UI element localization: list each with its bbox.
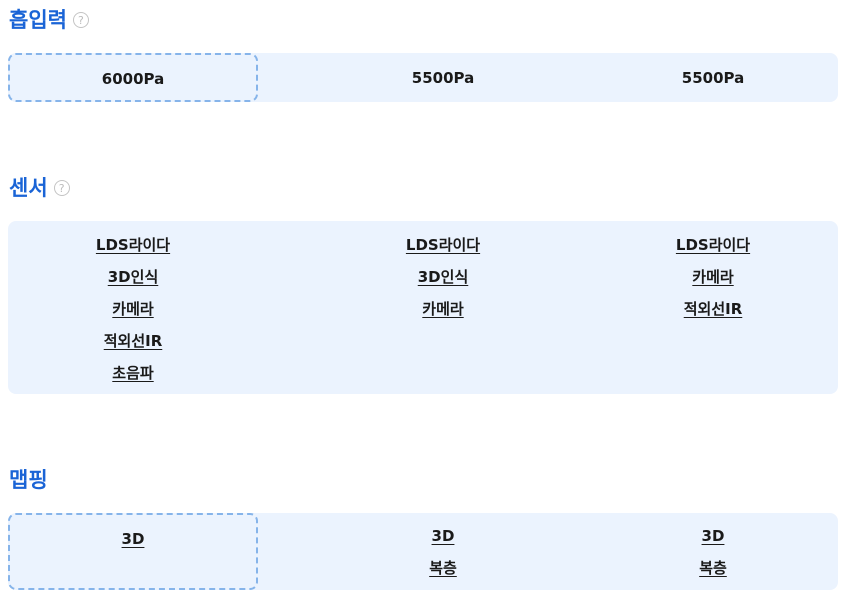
sensor-link[interactable]: 카메라	[112, 293, 153, 325]
mapping-title-text: 맵핑	[9, 468, 48, 492]
mapping-column-1[interactable]: 3D	[8, 513, 258, 590]
sensor-link[interactable]: 초음파	[112, 357, 153, 389]
suction-column-1[interactable]: 6000Pa	[8, 53, 258, 102]
sensor-link[interactable]: LDS라이다	[676, 229, 750, 261]
suction-column-2[interactable]: 5500Pa	[298, 53, 588, 102]
mapping-link[interactable]: 복층	[429, 552, 457, 584]
sensor-link[interactable]: 카메라	[422, 293, 463, 325]
mapping-link[interactable]: 3D	[122, 523, 145, 555]
suction-value: 5500Pa	[681, 68, 745, 87]
suction-panel: 6000Pa 5500Pa 5500Pa	[8, 53, 838, 102]
suction-value: 5500Pa	[411, 68, 475, 87]
sensor-panel: LDS라이다 3D인식 카메라 적외선IR 초음파 LDS라이다 3D인식 카메…	[8, 221, 838, 394]
sensor-link[interactable]: 카메라	[692, 261, 733, 293]
sensor-column-1: LDS라이다 3D인식 카메라 적외선IR 초음파	[8, 221, 258, 394]
mapping-section-title: 맵핑	[9, 467, 48, 493]
sensor-section-title: 센서 ?	[9, 175, 70, 201]
product-comparison-page: 흡입력 ? 6000Pa 5500Pa 5500Pa 센서 ? LDS라이다 3…	[0, 0, 849, 611]
suction-title-text: 흡입력	[9, 8, 67, 32]
sensor-link[interactable]: LDS라이다	[406, 229, 480, 261]
mapping-link[interactable]: 3D	[702, 520, 725, 552]
suction-section-title: 흡입력 ?	[9, 7, 89, 33]
suction-column-3[interactable]: 5500Pa	[588, 53, 838, 102]
mapping-column-2: 3D 복층	[298, 513, 588, 590]
mapping-link[interactable]: 복층	[699, 552, 727, 584]
sensor-link[interactable]: 3D인식	[108, 261, 159, 293]
sensor-link[interactable]: 적외선IR	[104, 325, 163, 357]
mapping-link[interactable]: 3D	[432, 520, 455, 552]
sensor-link[interactable]: 적외선IR	[684, 293, 743, 325]
help-icon[interactable]: ?	[53, 180, 70, 196]
suction-value: 6000Pa	[101, 69, 165, 88]
sensor-link[interactable]: 3D인식	[418, 261, 469, 293]
help-icon[interactable]: ?	[72, 12, 89, 28]
mapping-panel: 3D 3D 복층 3D 복층	[8, 513, 838, 590]
sensor-column-2: LDS라이다 3D인식 카메라	[298, 221, 588, 394]
sensor-column-3: LDS라이다 카메라 적외선IR	[588, 221, 838, 394]
mapping-column-3: 3D 복층	[588, 513, 838, 590]
sensor-title-text: 센서	[9, 176, 48, 200]
sensor-link[interactable]: LDS라이다	[96, 229, 170, 261]
